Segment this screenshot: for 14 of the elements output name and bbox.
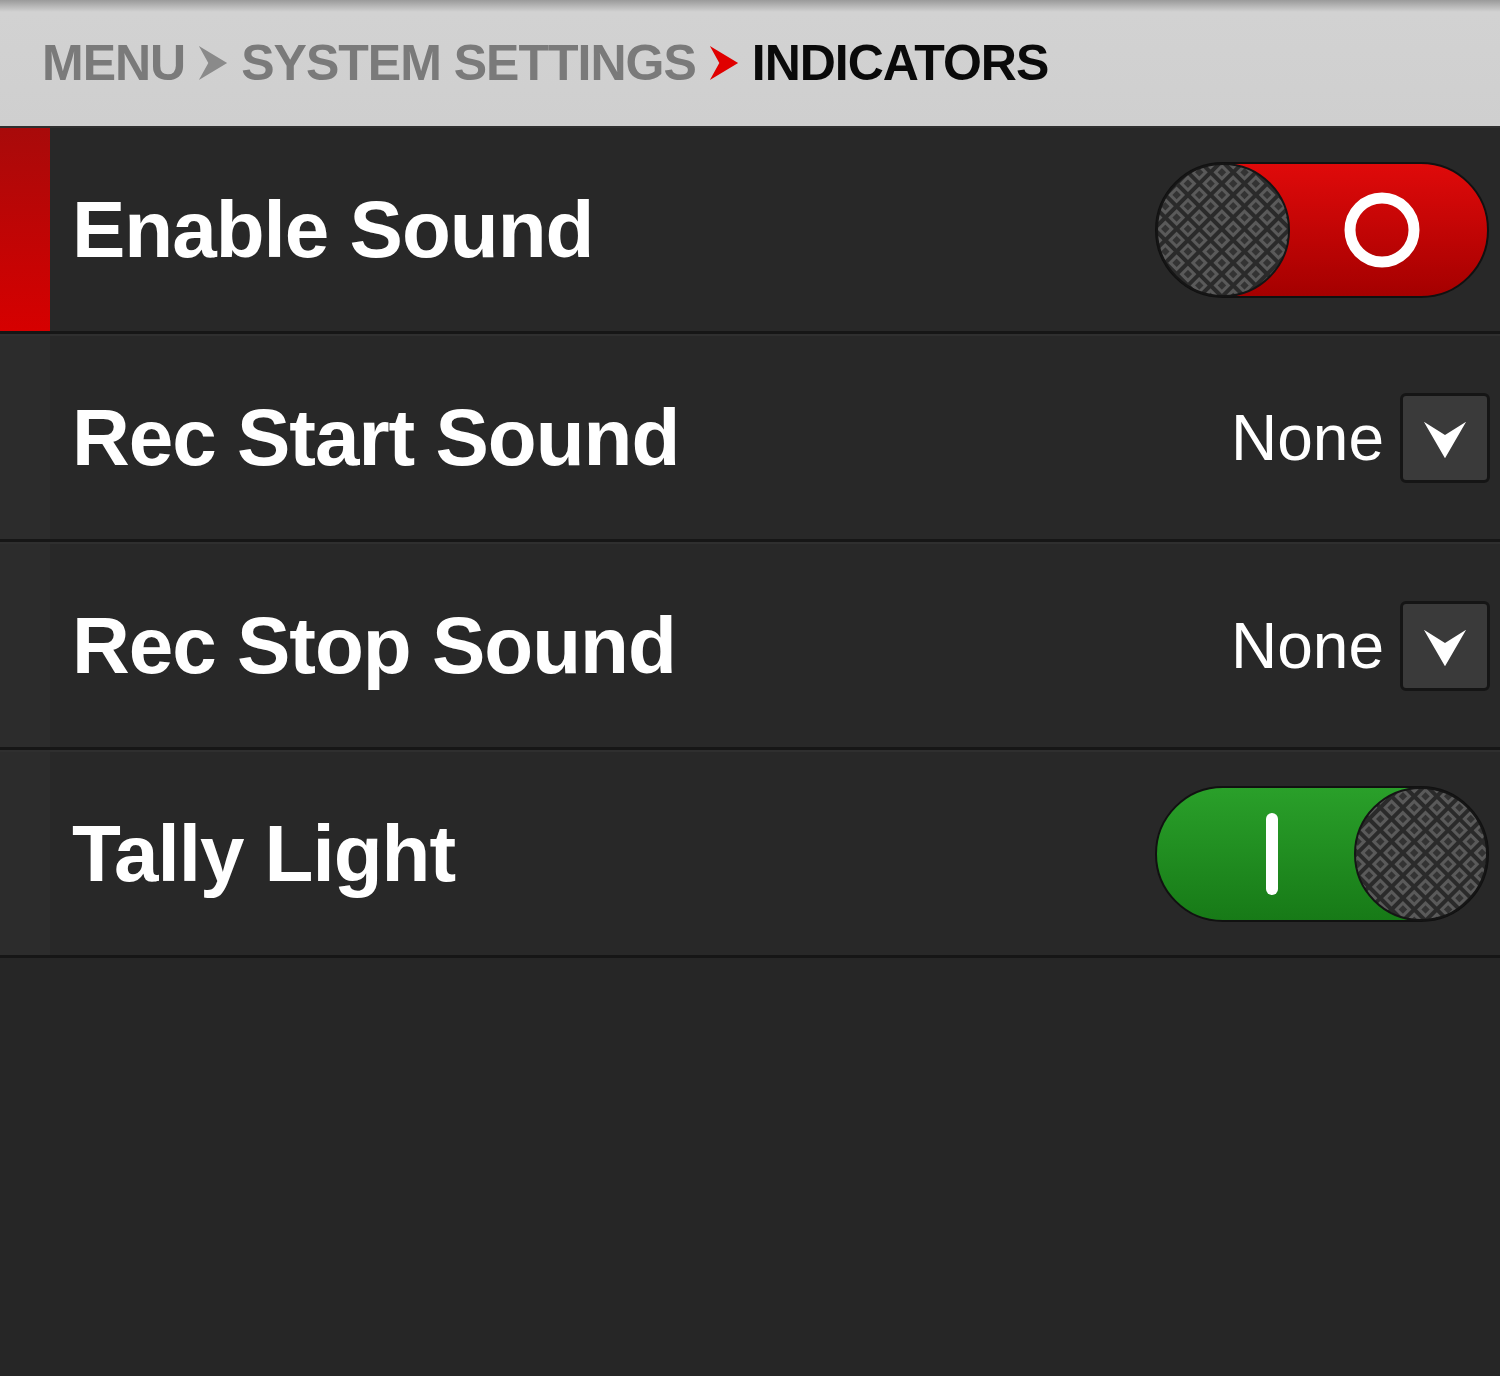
dropdown-value: None xyxy=(1231,608,1384,683)
chevron-icon xyxy=(707,44,740,82)
dropdown-button[interactable] xyxy=(1400,392,1490,483)
settings-row[interactable]: Enable Sound xyxy=(0,126,1500,334)
setting-label: Rec Stop Sound xyxy=(72,599,676,692)
setting-label: Enable Sound xyxy=(72,183,594,276)
dropdown-button[interactable] xyxy=(1400,600,1490,691)
setting-label: Rec Start Sound xyxy=(72,391,680,484)
breadcrumb-item[interactable]: INDICATORS xyxy=(751,34,1049,92)
settings-row[interactable]: Rec Start Sound None xyxy=(0,334,1500,542)
settings-row[interactable]: Rec Stop Sound None xyxy=(0,542,1500,750)
settings-row[interactable]: Tally Light xyxy=(0,750,1500,958)
dropdown-value: None xyxy=(1231,400,1384,475)
setting-label: Tally Light xyxy=(72,807,456,900)
